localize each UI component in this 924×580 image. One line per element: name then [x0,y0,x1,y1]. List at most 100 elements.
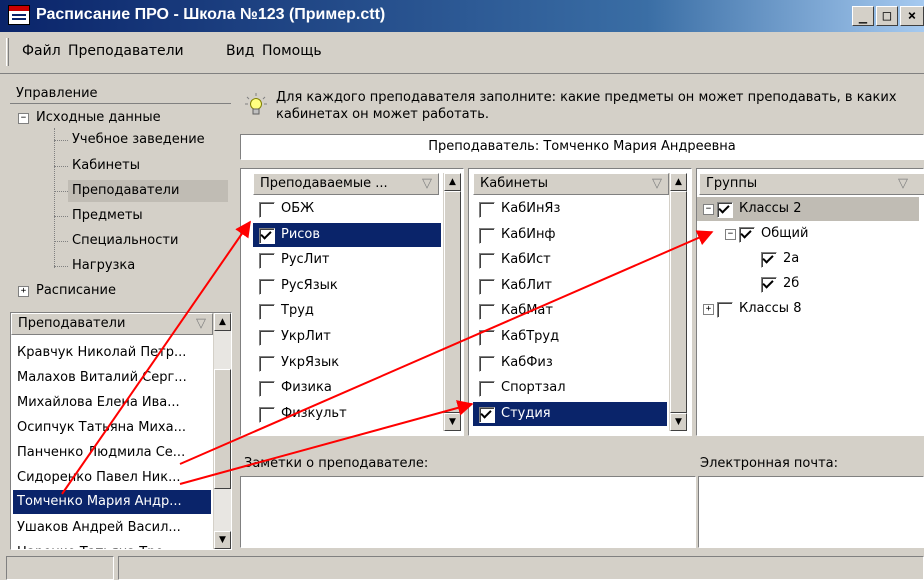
subject-checkbox[interactable] [259,278,275,295]
filter-icon[interactable]: ▽ [196,314,206,334]
group-item[interactable]: 2б [697,272,919,296]
nav-item-institution[interactable]: Учебное заведение [72,130,205,150]
room-checkbox[interactable] [479,406,495,423]
room-checkbox[interactable] [479,355,495,372]
room-item[interactable]: КабМат [473,299,667,323]
room-checkbox[interactable] [479,253,495,270]
subject-checkbox[interactable] [259,381,275,398]
room-checkbox[interactable] [479,304,495,321]
tree-collapse-icon[interactable]: − [725,229,736,240]
nav-item-rooms[interactable]: Кабинеты [72,156,140,176]
group-item[interactable]: 2а [697,247,919,271]
subject-checkbox[interactable] [259,355,275,372]
teachers-header[interactable]: Преподаватели ▽ [11,313,213,335]
teacher-item[interactable]: Михайлова Елена Ива... [17,391,180,415]
menu-teachers[interactable]: Преподаватели [68,43,184,59]
room-checkbox[interactable] [479,202,495,218]
room-checkbox[interactable] [479,278,495,295]
group-checkbox[interactable] [739,227,755,243]
scroll-down-icon[interactable]: ▼ [670,413,687,431]
teacher-item[interactable]: Сидоренко Павел Ник... [17,466,180,490]
subject-checkbox[interactable] [259,304,275,321]
nav-root-schedule[interactable]: Расписание [36,281,116,301]
nav-item-load[interactable]: Нагрузка [72,256,135,276]
notes-textarea[interactable] [240,476,696,548]
close-button[interactable]: × [900,6,924,26]
group-item[interactable]: − Общий [697,222,919,246]
group-checkbox[interactable] [717,202,733,218]
teacher-item-selected[interactable]: Томченко Мария Андр... [13,490,211,514]
subject-checkbox[interactable] [259,330,275,346]
subject-checkbox[interactable] [259,202,275,218]
subjects-scrollbar[interactable]: ▲ ▼ [443,173,461,431]
subject-item[interactable]: РусЯзык [253,274,441,298]
room-item[interactable]: Студия [473,401,667,426]
rooms-header[interactable]: Кабинеты ▽ [473,173,669,195]
room-item[interactable]: КабТруд [473,325,667,349]
maximize-button[interactable]: □ [876,6,898,26]
teacher-item[interactable]: Панченко Людмила Се... [17,441,185,465]
schedule-app-icon[interactable] [8,5,30,25]
subject-item[interactable]: Физкульт [253,402,441,426]
subject-checkbox[interactable] [259,406,275,423]
group-checkbox[interactable] [761,252,777,268]
nav-root-source-data[interactable]: Исходные данные [36,108,161,128]
group-item[interactable]: + Классы 8 [697,297,919,321]
room-item[interactable]: КабФиз [473,351,667,375]
tree-expand-icon[interactable]: + [703,304,714,315]
subject-item[interactable]: Физика [253,376,441,400]
group-checkbox[interactable] [761,277,777,293]
scroll-up-icon[interactable]: ▲ [670,173,687,191]
room-item[interactable]: КабИнЯз [473,197,667,221]
room-checkbox[interactable] [479,227,495,244]
teacher-item[interactable]: Царенко Татьяна Тро... [17,541,176,549]
tree-collapse-icon[interactable]: − [18,113,29,124]
menu-help[interactable]: Помощь [262,43,322,59]
minimize-button[interactable]: _ [852,6,874,26]
scroll-down-icon[interactable]: ▼ [444,413,461,431]
filter-icon[interactable]: ▽ [652,174,662,194]
room-item[interactable]: КабИст [473,248,667,272]
room-item[interactable]: КабИнф [473,223,667,247]
subject-item[interactable]: Труд [253,299,441,323]
tree-collapse-icon[interactable]: − [703,204,714,215]
room-item[interactable]: КабЛит [473,274,667,298]
subject-item[interactable]: УкрЯзык [253,351,441,375]
menu-view[interactable]: Вид [226,43,254,59]
room-item[interactable]: Спортзал [473,376,667,400]
scroll-up-icon[interactable]: ▲ [444,173,461,191]
subject-item[interactable]: ОБЖ [253,197,441,221]
tree-expand-icon[interactable]: + [18,286,29,297]
menu-file[interactable]: Файл [22,43,61,59]
nav-item-subjects[interactable]: Предметы [72,206,143,226]
subject-item[interactable]: РусЛит [253,248,441,272]
nav-item-teachers[interactable]: Преподаватели [68,180,228,202]
group-checkbox[interactable] [717,302,733,318]
teacher-item[interactable]: Ушаков Андрей Васил... [17,516,181,540]
nav-item-specialties[interactable]: Специальности [72,231,178,251]
teacher-item[interactable]: Малахов Виталий Серг... [17,366,187,390]
subjects-header[interactable]: Преподаваемые ... ▽ [253,173,439,195]
room-checkbox[interactable] [479,381,495,398]
rooms-scrollbar[interactable]: ▲ ▼ [669,173,687,431]
subject-checkbox[interactable] [259,227,275,244]
filter-icon[interactable]: ▽ [422,174,432,194]
groups-header[interactable]: Группы ▽ [699,173,924,195]
subject-item[interactable]: УкрЛит [253,325,441,349]
teacher-item[interactable]: Кравчук Николай Петр... [17,341,186,365]
group-item[interactable]: − Классы 2 [697,197,919,221]
scroll-up-icon[interactable]: ▲ [214,313,231,331]
filter-icon[interactable]: ▽ [898,174,908,194]
subject-checkbox[interactable] [259,253,275,270]
menu-grip[interactable] [6,38,9,66]
teacher-item[interactable]: Осипчук Татьяна Миха... [17,416,186,440]
scroll-thumb[interactable] [670,191,687,413]
email-field[interactable] [698,476,924,548]
scroll-down-icon[interactable]: ▼ [214,531,231,549]
scroll-thumb[interactable] [444,191,461,413]
scroll-thumb[interactable] [214,369,231,489]
subject-item[interactable]: Рисов [253,222,441,247]
teachers-scrollbar[interactable]: ▲ ▼ [213,313,231,549]
subjects-header-label: Преподаваемые ... [260,176,388,191]
room-checkbox[interactable] [479,330,495,346]
